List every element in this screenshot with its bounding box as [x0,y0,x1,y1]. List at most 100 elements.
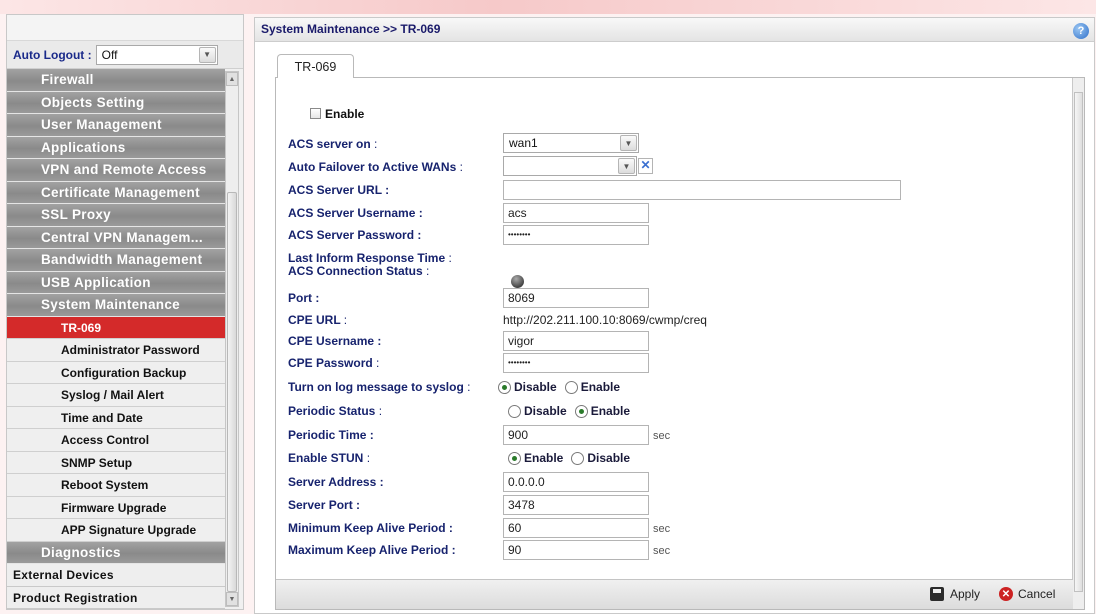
server-address-label: Server Address : [288,475,384,489]
tab-tr-069[interactable]: TR-069 [277,54,354,78]
auto-logout-row: Auto Logout : Off ▼ [7,41,243,69]
sidebar-item-snmp-setup[interactable]: SNMP Setup [7,451,225,474]
sidebar-item-reboot-system[interactable]: Reboot System [7,474,225,497]
scroll-down-icon[interactable]: ▼ [226,592,238,606]
server-address-input[interactable]: 0.0.0.0 [503,472,649,492]
radio-label: Enable [524,451,564,465]
periodic-status-disable-radio[interactable] [508,404,521,418]
sidebar-item-applications[interactable]: Applications [7,136,225,159]
radio-label: Disable [524,404,567,418]
sidebar-item-access-control[interactable]: Access Control [7,429,225,452]
acs-password-label: ACS Server Password : [288,228,422,242]
save-icon [930,587,944,601]
clear-icon[interactable]: ✕ [638,158,653,174]
sidebar-item-system-maintenance[interactable]: System Maintenance [7,294,225,317]
max-keepalive-label: Maximum Keep Alive Period : [288,543,456,557]
log-syslog-enable-radio[interactable] [564,380,578,394]
sidebar-top-strip [7,15,243,41]
auto-logout-value: Off [101,47,118,62]
sidebar-item-diagnostics[interactable]: Diagnostics [7,541,225,564]
sidebar-item-user-management[interactable]: User Management [7,114,225,137]
apply-button[interactable]: Apply [930,587,980,601]
sidebar-item-administrator-password[interactable]: Administrator Password [7,339,225,362]
log-syslog-disable-radio[interactable] [498,380,511,394]
acs-username-label: ACS Server Username : [288,206,423,220]
log-syslog-label: Turn on log message to syslog : [288,380,471,394]
status-ball-icon [511,275,524,288]
sidebar-item-bandwidth-management[interactable]: Bandwidth Management [7,249,225,272]
cpe-url-label: CPE URL : [288,313,348,327]
periodic-time-label: Periodic Time : [288,428,374,442]
sidebar: Auto Logout : Off ▼ Firewall Objects Sett… [6,14,244,610]
sidebar-scrollbar[interactable]: ▲ ▼ [225,71,239,607]
stun-disable-radio[interactable] [571,451,585,465]
footer-bar: Apply ✕ Cancel [276,579,1073,609]
enable-checkbox[interactable] [310,108,321,119]
stun-enable-radio[interactable] [508,451,521,465]
server-port-label: Server Port : [288,498,361,512]
sidebar-item-usb-application[interactable]: USB Application [7,271,225,294]
acs-server-on-select[interactable]: wan1 ▼ [503,133,639,153]
sidebar-item-ssl-proxy[interactable]: SSL Proxy [7,204,225,227]
max-keepalive-unit: sec [653,545,671,557]
main-panel: System Maintenance >> TR-069 ? TR-069 En… [254,17,1095,614]
acs-username-input[interactable]: acs [503,203,649,223]
acs-url-input[interactable] [503,180,901,200]
server-port-input[interactable]: 3478 [503,495,649,515]
cpe-password-input[interactable]: •••••••• [503,353,649,373]
cpe-username-input[interactable]: vigor [503,331,649,351]
sidebar-item-time-and-date[interactable]: Time and Date [7,406,225,429]
acs-password-input[interactable]: •••••••• [503,225,649,245]
breadcrumb: System Maintenance >> TR-069 [255,18,1094,42]
min-keepalive-unit: sec [653,523,671,535]
sidebar-item-central-vpn-management[interactable]: Central VPN Managem... [7,226,225,249]
radio-label: Disable [587,451,631,465]
sidebar-item-firewall[interactable]: Firewall [7,69,225,92]
enable-label: Enable [325,107,365,121]
sidebar-item-tr-069[interactable]: TR-069 [7,316,225,339]
min-keepalive-input[interactable]: 60 [503,518,649,538]
auto-failover-select[interactable]: ▼ [503,156,637,176]
radio-label: Enable [580,380,621,394]
sidebar-item-app-signature-upgrade[interactable]: APP Signature Upgrade [7,519,225,542]
radio-label: Enable [590,404,631,418]
sidebar-item-configuration-backup[interactable]: Configuration Backup [7,361,225,384]
content-scrollbar[interactable] [1072,78,1084,609]
cancel-button[interactable]: ✕ Cancel [999,587,1055,601]
enable-stun-radio-group: Enable Disable [508,451,638,465]
periodic-status-enable-radio[interactable] [574,404,588,418]
scrollbar-thumb[interactable] [1074,92,1083,592]
cpe-url-value: http://202.211.100.10:8069/cwmp/creq [503,313,707,327]
scrollbar-thumb[interactable] [227,192,237,592]
acs-url-label: ACS Server URL : [288,183,390,197]
radio-label: Disable [514,380,557,394]
log-syslog-radio-group: Disable Enable [498,380,628,394]
sidebar-item-certificate-management[interactable]: Certificate Management [7,181,225,204]
acs-server-on-value: wan1 [509,136,538,150]
chevron-down-icon[interactable]: ▼ [620,135,637,151]
tr069-form-panel: Enable ACS server on : wan1 ▼ Auto Failo… [275,77,1085,610]
sidebar-item-external-devices[interactable]: External Devices [7,564,225,587]
enable-stun-label: Enable STUN : [288,451,371,465]
sidebar-item-objects-setting[interactable]: Objects Setting [7,91,225,114]
periodic-time-input[interactable]: 900 [503,425,649,445]
periodic-time-unit: sec [653,430,671,442]
sidebar-item-firmware-upgrade[interactable]: Firmware Upgrade [7,496,225,519]
max-keepalive-input[interactable]: 90 [503,540,649,560]
help-icon[interactable]: ? [1073,23,1089,39]
chevron-down-icon[interactable]: ▼ [198,46,216,63]
port-input[interactable]: 8069 [503,288,649,308]
sidebar-item-product-registration[interactable]: Product Registration [7,586,225,609]
port-label: Port : [288,291,320,305]
cancel-icon: ✕ [999,587,1013,601]
acs-server-on-label: ACS server on : [288,137,378,151]
scroll-up-icon[interactable]: ▲ [226,72,238,86]
sidebar-item-vpn-remote-access[interactable]: VPN and Remote Access [7,159,225,182]
chevron-down-icon[interactable]: ▼ [618,158,635,174]
periodic-status-radio-group: Disable Enable [508,404,638,418]
cpe-password-label: CPE Password : [288,356,380,370]
cancel-label: Cancel [1018,587,1056,601]
last-inform-label: Last Inform Response Time : [288,251,452,265]
auto-logout-select[interactable]: Off ▼ [95,44,218,65]
sidebar-item-syslog-mail-alert[interactable]: Syslog / Mail Alert [7,384,225,407]
